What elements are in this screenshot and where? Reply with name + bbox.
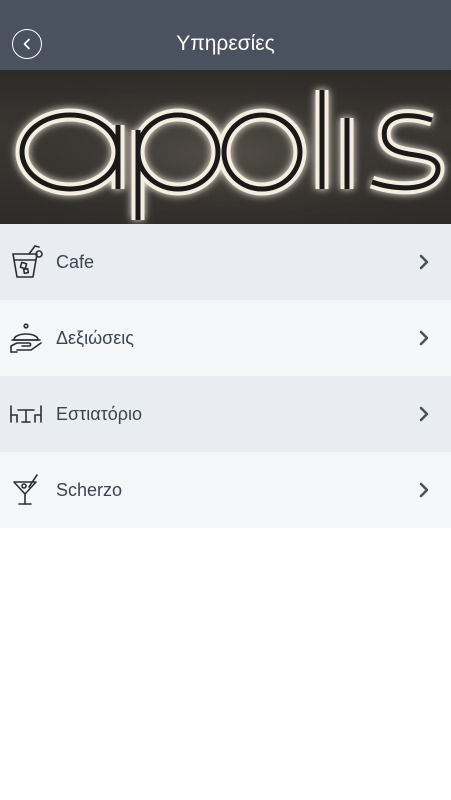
page-title: Υπηρεσίες [176,31,275,55]
chevron-right-icon [419,406,429,422]
chevron-right-icon [419,482,429,498]
chevron-right-icon [419,254,429,270]
chevron-right-icon [419,330,429,346]
dining-table-icon [10,405,42,423]
chevron-left-icon [23,38,30,50]
cocktail-glass-icon [13,474,38,505]
service-item-scherzo[interactable]: Scherzo [0,452,451,528]
apolis-logo [0,70,451,224]
service-item-restaurant[interactable]: Εστιατόριο [0,376,451,452]
service-item-label: Cafe [56,251,95,272]
app-header: Υπηρεσίες [0,0,451,70]
serving-cloche-icon [10,323,42,353]
apolis-banner-image [0,70,451,224]
iced-drink-icon [12,245,43,278]
service-item-cafe[interactable]: Cafe [0,224,451,300]
service-item-label: Εστιατόριο [56,403,143,424]
service-item-label: Δεξιώσεις [56,327,134,348]
service-item-receptions[interactable]: Δεξιώσεις [0,300,451,376]
service-item-label: Scherzo [56,479,123,500]
services-list: Cafe Δεξιώσεις Εστιατόριο Scherzo [0,224,451,528]
back-button[interactable] [12,29,42,59]
